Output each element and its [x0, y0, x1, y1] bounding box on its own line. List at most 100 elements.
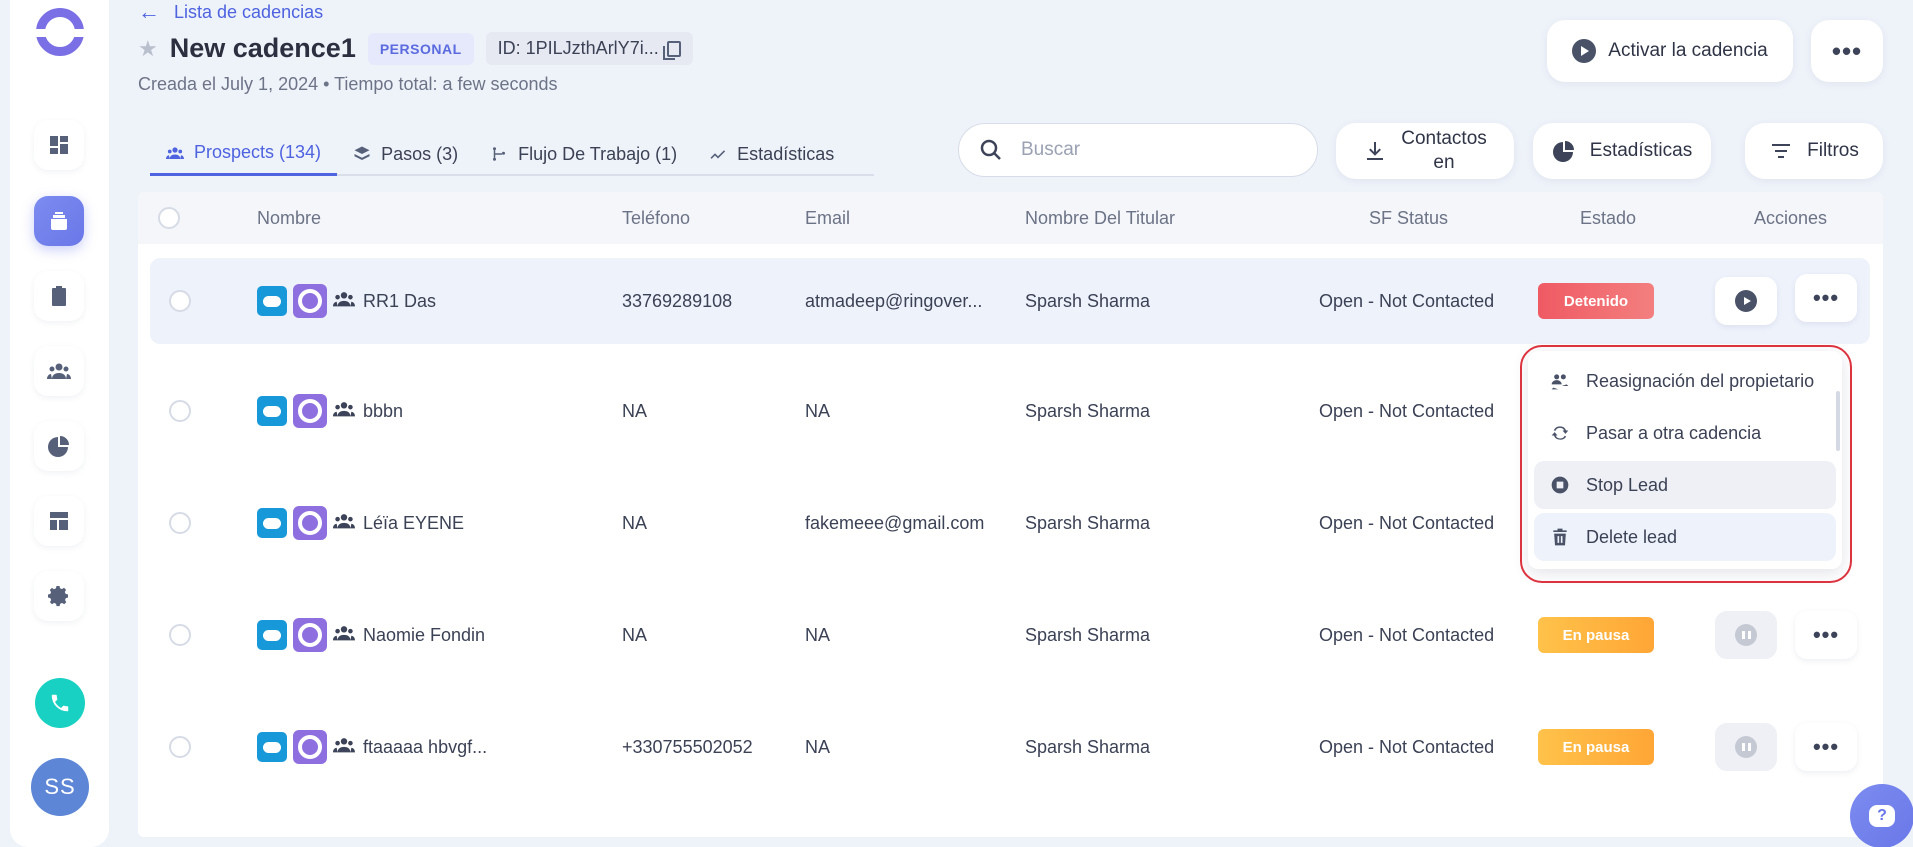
star-icon[interactable]: ★ [138, 36, 158, 62]
pause-lead-button[interactable] [1715, 611, 1777, 659]
column-email[interactable]: Email [805, 192, 850, 244]
back-link[interactable]: ← Lista de cadencias [138, 0, 323, 24]
row-checkbox[interactable] [169, 512, 191, 534]
menu-item-label: Pasar a otra cadencia [1586, 422, 1762, 443]
team-icon [333, 510, 355, 537]
filters-button[interactable]: Filtros [1745, 123, 1883, 179]
lead-email: NA [805, 624, 831, 645]
tab-workflow-label: Flujo De Trabajo (1) [518, 143, 678, 164]
column-phone[interactable]: Teléfono [622, 192, 690, 244]
contacts-label: Contactos [1401, 128, 1487, 149]
tasks-icon[interactable] [34, 271, 84, 321]
templates-icon[interactable] [34, 496, 84, 546]
tab-steps[interactable]: Pasos (3) [337, 132, 474, 176]
row-checkbox[interactable] [169, 736, 191, 758]
menu-item-move-cadence[interactable]: Pasar a otra cadencia [1534, 409, 1836, 457]
lead-owner: Sparsh Sharma [1025, 290, 1151, 311]
lead-name[interactable]: ftaaaaa hbvgf... [363, 737, 487, 758]
workflow-icon [493, 147, 506, 161]
column-sf-status[interactable]: SF Status [1369, 192, 1448, 244]
salesforce-icon [257, 620, 287, 650]
status-badge: En pausa [1538, 729, 1654, 765]
menu-item-label: Delete lead [1586, 526, 1678, 547]
play-icon [1735, 290, 1757, 312]
lead-name[interactable]: bbbn [363, 401, 403, 422]
menu-item-label: Stop Lead [1586, 474, 1669, 495]
row-checkbox[interactable] [169, 624, 191, 646]
lead-sf-status: Open - Not Contacted [1319, 290, 1495, 311]
column-name[interactable]: Nombre [257, 192, 321, 244]
play-icon [1572, 39, 1597, 63]
people-icon[interactable] [34, 346, 84, 396]
dashboard-icon[interactable] [34, 120, 84, 170]
pie-chart-icon [1552, 141, 1574, 162]
settings-icon[interactable] [34, 571, 84, 621]
arrow-left-icon: ← [138, 0, 160, 24]
lead-sf-status: Open - Not Contacted [1319, 400, 1495, 421]
lead-phone: NA [622, 512, 648, 533]
table-row[interactable]: Naomie Fondin NA NA Sparsh Sharma Open -… [150, 592, 1870, 678]
cadence-id-chip[interactable]: ID: 1PILJzthArlY7i... [485, 32, 693, 65]
menu-scrollbar[interactable] [1836, 391, 1840, 451]
lead-owner: Sparsh Sharma [1025, 400, 1151, 421]
team-icon [333, 398, 355, 425]
lead-owner: Sparsh Sharma [1025, 736, 1151, 757]
column-owner[interactable]: Nombre Del Titular [1025, 192, 1175, 244]
filter-icon [1772, 144, 1791, 158]
select-all-checkbox[interactable] [158, 207, 180, 229]
ringover-icon [293, 506, 327, 540]
ringover-icon [293, 394, 327, 428]
sidebar: SS [10, 0, 109, 847]
row-more-button[interactable]: ••• [1795, 611, 1857, 659]
row-checkbox[interactable] [169, 400, 191, 422]
stop-circle-icon [1551, 476, 1569, 494]
activate-cadence-button[interactable]: Activar la cadencia [1547, 20, 1793, 82]
ringover-icon [293, 284, 327, 318]
cadence-icon[interactable] [34, 196, 84, 246]
lead-name[interactable]: RR1 Das [363, 291, 436, 312]
row-actions-menu: Reasignación del propietario Pasar a otr… [1528, 351, 1842, 569]
salesforce-icon [257, 508, 287, 538]
menu-item-stop-lead[interactable]: Stop Lead [1534, 461, 1836, 509]
ringover-icon [293, 618, 327, 652]
download-icon [1367, 142, 1384, 160]
tab-prospects[interactable]: Prospects (134) [150, 132, 338, 176]
team-icon [333, 288, 355, 315]
menu-item-reassign-owner[interactable]: Reasignación del propietario [1534, 357, 1836, 405]
contacts-export-button[interactable]: Contactos en [1336, 123, 1514, 179]
cadence-subtitle: Creada el July 1, 2024 • Tiempo total: a… [138, 74, 558, 94]
avatar[interactable]: SS [31, 758, 89, 816]
more-dots-icon: ••• [1812, 622, 1840, 647]
lead-owner: Sparsh Sharma [1025, 512, 1151, 533]
tab-workflow[interactable]: Flujo De Trabajo (1) [474, 132, 693, 176]
row-more-button[interactable]: ••• [1795, 723, 1857, 771]
row-more-button[interactable]: ••• [1795, 274, 1857, 322]
more-dots-icon: ••• [1812, 285, 1840, 310]
search-input[interactable] [1021, 139, 1281, 161]
pause-lead-button[interactable] [1715, 723, 1777, 771]
status-badge: Detenido [1538, 283, 1654, 319]
tab-statistics[interactable]: Estadísticas [693, 132, 850, 176]
column-state[interactable]: Estado [1580, 192, 1636, 244]
statistics-button[interactable]: Estadísticas [1533, 123, 1711, 179]
page-title: New cadence1 [169, 33, 356, 63]
app-logo[interactable] [35, 8, 85, 56]
lead-email: atmadeep@ringover... [805, 290, 983, 311]
lead-name[interactable]: Naomie Fondin [363, 625, 485, 646]
table-row[interactable]: RR1 Das 33769289108 atmadeep@ringover...… [150, 258, 1870, 344]
lead-name[interactable]: Léïa EYENE [363, 513, 464, 534]
phone-icon[interactable] [35, 678, 85, 728]
row-checkbox[interactable] [169, 290, 191, 312]
help-chat-button[interactable]: ? [1850, 784, 1913, 847]
lead-email: NA [805, 736, 831, 757]
tab-steps-label: Pasos (3) [381, 143, 459, 164]
more-options-button[interactable]: ••• [1811, 20, 1883, 82]
lead-email: fakemeee@gmail.com [805, 512, 985, 533]
stats-icon[interactable] [34, 421, 84, 471]
contacts-label-2: en [1433, 152, 1455, 173]
people-icon [166, 146, 184, 159]
table-row[interactable]: ftaaaaa hbvgf... +330755502052 NA Sparsh… [150, 704, 1870, 790]
copy-icon[interactable] [662, 40, 681, 60]
resume-lead-button[interactable] [1715, 277, 1777, 325]
menu-item-delete-lead[interactable]: Delete lead [1534, 513, 1836, 561]
